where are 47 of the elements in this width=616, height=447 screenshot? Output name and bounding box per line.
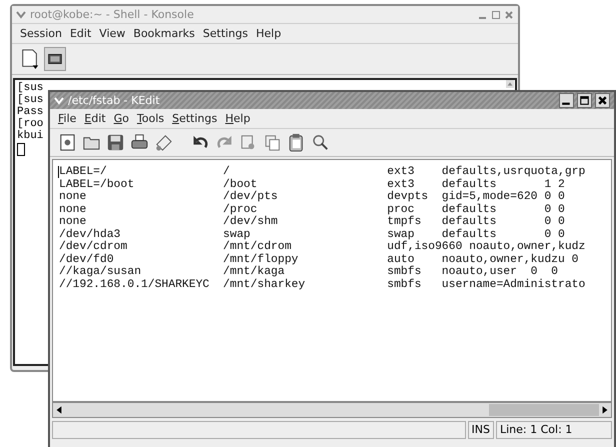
menu-item[interactable]: Settings [202,27,248,40]
scroll-up-icon[interactable] [506,80,514,88]
terminal-line: kbui [17,130,44,142]
chevron-icon[interactable] [16,10,26,18]
new-document-icon[interactable] [20,48,40,70]
text-line: /dev/cdrom /mnt/cdrom udf,iso9660 noauto,owner,kudz [59,241,586,254]
cursor-position: Line: 1 Col: 1 [496,421,612,439]
new-document-icon[interactable] [58,133,77,152]
copy-icon[interactable] [263,133,282,152]
menu-item[interactable]: Edit [70,27,92,40]
terminal-line: Pass [17,106,44,118]
terminal-icon[interactable] [44,47,66,71]
menu-item[interactable]: Tools [137,112,164,125]
text-cursor [58,166,59,178]
menu-item[interactable]: Help [225,112,250,125]
menu-item[interactable]: View [99,27,126,40]
menu-item[interactable]: Edit [84,112,106,125]
menu-item[interactable]: Help [256,27,282,40]
maximize-icon[interactable] [577,93,592,108]
text-line: none /dev/pts devpts gid=5,mode=620 0 0 [59,191,565,204]
window-title: /etc/fstab - KEdit [68,94,161,107]
text-line: //kaga/susan /mnt/kaga smbfs noauto,user 0 0 [59,266,558,278]
horizontal-scrollbar[interactable] [52,402,612,418]
minimize-icon[interactable] [559,93,574,108]
text-area[interactable] [52,159,612,402]
text-line: /dev/hda3 swap swap defaults 0 0 [59,228,565,240]
terminal-line: [roo [17,118,44,130]
text-line: /dev/fd0 /mnt/floppy auto noauto,owner,kudzu 0 [59,254,578,266]
terminal-line: [sus [17,94,44,106]
cursor-block [17,143,25,156]
text-line: none /dev/shm tmpfs defaults 0 0 [59,216,565,228]
window-title: root@kobe:~ - Shell - Konsole [30,8,195,21]
terminal-line: [sus [17,82,44,94]
magnifier-icon[interactable] [311,133,330,152]
text-line: //192.168.0.1/SHARKEYC /mnt/sharkey smbfs username=Administrato [59,278,586,291]
menu-item[interactable]: Go [114,112,129,125]
text-line: none /proc proc defaults 0 0 [59,204,565,216]
menu-item[interactable]: File [58,112,76,125]
close-icon[interactable] [595,93,610,108]
menu-item[interactable]: Session [20,27,62,40]
menu-item[interactable]: Bookmarks [133,27,195,40]
menu-item[interactable]: Settings [172,112,218,125]
scrollbar-thumb[interactable] [489,404,599,416]
text-line: LABEL=/boot /boot ext3 defaults 1 2 [59,178,565,190]
save-icon[interactable] [106,133,125,152]
insert-mode-indicator: INS [468,421,494,439]
text-line: LABEL=/ / ext3 defaults,usrquota,grp [59,166,586,178]
